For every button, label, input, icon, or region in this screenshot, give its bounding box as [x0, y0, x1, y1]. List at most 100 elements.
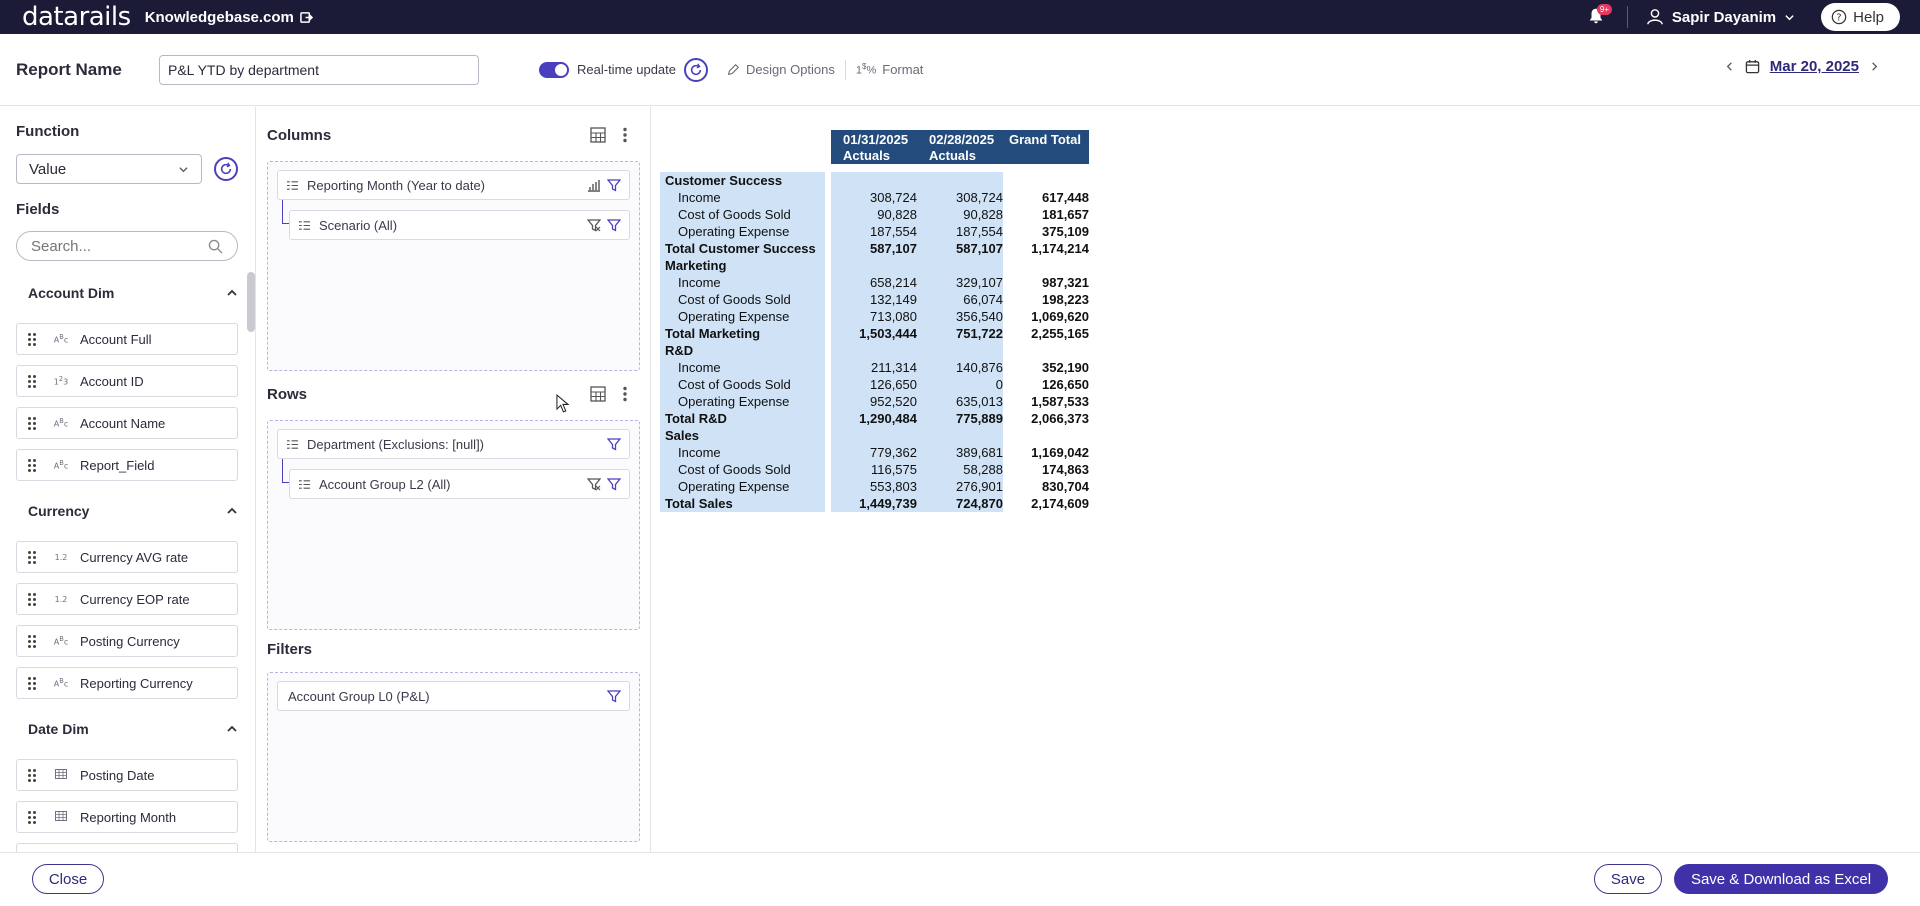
- group-account-dim[interactable]: Account Dim: [28, 285, 238, 301]
- pivot-header-grand-total[interactable]: Grand Total: [1003, 130, 1089, 164]
- filter-icon[interactable]: [607, 178, 621, 192]
- filter-icon[interactable]: [607, 477, 621, 491]
- drag-handle-icon[interactable]: [28, 374, 38, 388]
- pivot-row-total[interactable]: Total Marketing 1,503,444 751,722 2,255,165: [660, 325, 1090, 342]
- filter-icon[interactable]: [607, 218, 621, 232]
- function-refresh-button[interactable]: [214, 157, 238, 181]
- drag-handle-icon[interactable]: [28, 416, 38, 430]
- field-item[interactable]: Reporting Month: [16, 801, 238, 833]
- column-chip[interactable]: Scenario (All): [289, 210, 630, 240]
- more-vertical-icon[interactable]: [622, 386, 628, 402]
- pivot-row-total[interactable]: Total Customer Success 587,107 587,107 1,17…: [660, 240, 1090, 257]
- function-select[interactable]: Value: [16, 154, 202, 184]
- field-name: Report_Field: [80, 457, 155, 473]
- pivot-row-item[interactable]: Income 308,724 308,724 617,448: [660, 189, 1090, 206]
- field-item[interactable]: Posting Date: [16, 759, 238, 791]
- notifications-bell-icon[interactable]: 9+: [1587, 4, 1613, 27]
- pivot-row-item[interactable]: Cost of Goods Sold 126,650 0 126,650: [660, 376, 1090, 393]
- row-chip[interactable]: Account Group L2 (All): [289, 469, 630, 499]
- pivot-row-item[interactable]: Income 658,214 329,107 987,321: [660, 274, 1090, 291]
- search-icon[interactable]: [208, 239, 223, 254]
- chevron-right-icon[interactable]: [1869, 61, 1880, 72]
- filter-icon[interactable]: [607, 437, 621, 451]
- filters-dropzone[interactable]: Account Group L0 (P&L): [267, 672, 640, 842]
- help-button[interactable]: ? Help: [1821, 3, 1900, 31]
- drag-handle-icon[interactable]: [28, 634, 38, 648]
- pivot-row-group[interactable]: Customer Success: [660, 172, 1090, 189]
- field-item[interactable]: 1.2 Currency AVG rate: [16, 541, 238, 573]
- drag-handle-icon[interactable]: [28, 458, 38, 472]
- pivot-row-item[interactable]: Operating Expense 952,520 635,013 1,587,533: [660, 393, 1090, 410]
- group-date-dim[interactable]: Date Dim: [28, 721, 238, 737]
- field-item[interactable]: ABc Account Full: [16, 323, 238, 355]
- field-item-partial[interactable]: [16, 843, 238, 852]
- filter-clear-icon[interactable]: [587, 477, 601, 491]
- cell-grand-total: 1,069,620: [1031, 309, 1089, 324]
- pivot-row-total[interactable]: Total R&D 1,290,484 775,889 2,066,373: [660, 410, 1090, 427]
- fields-scrollbar[interactable]: [247, 272, 255, 332]
- field-item[interactable]: ABc Account Name: [16, 407, 238, 439]
- row-label: Total R&D: [665, 411, 727, 426]
- drag-handle-icon[interactable]: [28, 810, 38, 824]
- help-label: Help: [1853, 8, 1884, 26]
- group-currency[interactable]: Currency: [28, 503, 238, 519]
- save-download-excel-button[interactable]: Save & Download as Excel: [1674, 864, 1888, 894]
- refresh-icon: [690, 62, 702, 75]
- pivot-row-group[interactable]: R&D: [660, 342, 1090, 359]
- datarails-logo[interactable]: datarails: [22, 0, 131, 34]
- filter-icon[interactable]: [607, 689, 621, 703]
- drag-handle-icon[interactable]: [28, 332, 38, 346]
- user-menu[interactable]: Sapir Dayanim: [1646, 8, 1795, 26]
- field-item[interactable]: ABc Reporting Currency: [16, 667, 238, 699]
- columns-dropzone[interactable]: Reporting Month (Year to date) Scenario …: [267, 161, 640, 371]
- pivot-row-group[interactable]: Sales: [660, 427, 1090, 444]
- function-label: Function: [16, 123, 80, 140]
- cell-col1: 308,724: [870, 190, 917, 205]
- pivot-row-item[interactable]: Operating Expense 187,554 187,554 375,109: [660, 223, 1090, 240]
- pivot-row-item[interactable]: Operating Expense 713,080 356,540 1,069,620: [660, 308, 1090, 325]
- table-layout-icon[interactable]: [590, 127, 606, 143]
- cell-grand-total: 126,650: [1042, 377, 1089, 392]
- pivot-row-item[interactable]: Operating Expense 553,803 276,901 830,704: [660, 478, 1090, 495]
- chevron-left-icon[interactable]: [1724, 61, 1735, 72]
- pivot-header-col1[interactable]: 01/31/2025 Actuals: [831, 130, 917, 164]
- field-name: Account ID: [80, 373, 144, 389]
- pivot-header-col2[interactable]: 02/28/2025 Actuals: [917, 130, 1003, 164]
- refresh-button[interactable]: [684, 57, 708, 82]
- pivot-row-item[interactable]: Income 211,314 140,876 352,190: [660, 359, 1090, 376]
- field-item[interactable]: ABc Posting Currency: [16, 625, 238, 657]
- field-item[interactable]: 1.2 Currency EOP rate: [16, 583, 238, 615]
- column-chip[interactable]: Reporting Month (Year to date): [277, 170, 630, 200]
- pivot-row-item[interactable]: Income 779,362 389,681 1,169,042: [660, 444, 1090, 461]
- report-name-input[interactable]: [159, 54, 479, 85]
- calendar-icon[interactable]: [1745, 59, 1760, 74]
- more-vertical-icon[interactable]: [622, 127, 628, 143]
- site-link[interactable]: Knowledgebase.com: [145, 9, 313, 26]
- design-options-button[interactable]: Design Options: [726, 62, 835, 77]
- pivot-row-item[interactable]: Cost of Goods Sold 132,149 66,074 198,223: [660, 291, 1090, 308]
- table-layout-icon[interactable]: [590, 386, 606, 402]
- pivot-row-item[interactable]: Cost of Goods Sold 90,828 90,828 181,657: [660, 206, 1090, 223]
- filter-chip[interactable]: Account Group L0 (P&L): [277, 681, 630, 711]
- realtime-update-toggle[interactable]: [539, 61, 569, 78]
- close-button[interactable]: Close: [32, 864, 104, 894]
- field-item[interactable]: ABc Report_Field: [16, 449, 238, 481]
- format-button[interactable]: 1$% Format: [856, 62, 924, 77]
- row-chip[interactable]: Department (Exclusions: [null]): [277, 429, 630, 459]
- rows-dropzone[interactable]: Department (Exclusions: [null]) Account …: [267, 420, 640, 630]
- pivot-row-item[interactable]: Cost of Goods Sold 116,575 58,288 174,863: [660, 461, 1090, 478]
- filter-clear-icon[interactable]: [587, 218, 601, 232]
- drag-handle-icon[interactable]: [28, 592, 38, 606]
- date-type-icon: [50, 769, 72, 781]
- fields-search-input[interactable]: [31, 237, 191, 255]
- field-item[interactable]: 123 Account ID: [16, 365, 238, 397]
- drag-handle-icon[interactable]: [28, 676, 38, 690]
- pivot-row-total[interactable]: Total Sales 1,449,739 724,870 2,174,609: [660, 495, 1090, 512]
- pivot-row-group[interactable]: Marketing: [660, 257, 1090, 274]
- save-button[interactable]: Save: [1594, 864, 1662, 894]
- drag-handle-icon[interactable]: [28, 550, 38, 564]
- report-date-link[interactable]: Mar 20, 2025: [1770, 58, 1859, 75]
- cell-col2: 308,724: [956, 190, 1003, 205]
- bar-chart-icon[interactable]: [587, 178, 601, 192]
- drag-handle-icon[interactable]: [28, 768, 38, 782]
